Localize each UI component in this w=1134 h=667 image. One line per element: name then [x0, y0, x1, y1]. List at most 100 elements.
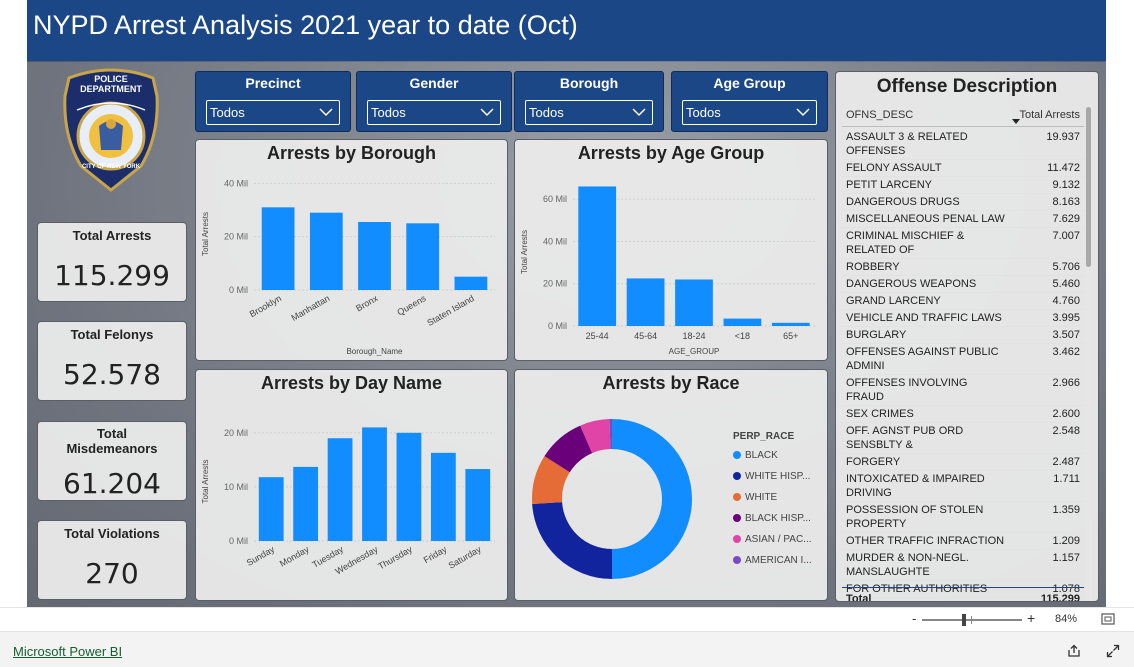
legend-item[interactable]: AMERICAN I...	[745, 555, 812, 566]
scrollbar-thumb[interactable]	[1086, 107, 1091, 267]
zoom-slider-thumb[interactable]	[962, 614, 966, 626]
bar[interactable]	[293, 466, 319, 541]
offense-name: FORGERY	[846, 456, 901, 468]
zoom-out-button[interactable]: -	[912, 611, 916, 626]
table-row[interactable]: ASSAULT 3 & RELATED OFFENSES 19.937	[842, 129, 1084, 160]
y-axis-title: Total Arrests	[201, 459, 210, 503]
table-row[interactable]: BURGLARY 3.507	[842, 327, 1084, 344]
table-row[interactable]: ROBBERY 5.706	[842, 259, 1084, 276]
donut-slice[interactable]	[532, 502, 612, 579]
table-row[interactable]: SEX CRIMES 2.600	[842, 406, 1084, 423]
table-row[interactable]: FELONY ASSAULT 11.472	[842, 160, 1084, 177]
fit-to-page-icon[interactable]	[1101, 613, 1115, 625]
bar[interactable]	[578, 186, 617, 326]
y-axis-title: Total Arrests	[520, 230, 529, 274]
bar[interactable]	[358, 222, 391, 290]
powerbi-link[interactable]: Microsoft Power BI	[13, 644, 122, 659]
legend-item[interactable]: BLACK HISP...	[745, 513, 811, 524]
chart-arrests-by-day-name: Arrests by Day Name 0 Mil 10 Mil 20 Mil Tot…	[195, 369, 508, 601]
zoom-slider[interactable]	[922, 614, 1022, 626]
x-axis-title: Borough_Name	[346, 347, 403, 356]
donut-slice[interactable]	[612, 419, 692, 579]
x-axis-title: AGE_GROUP	[669, 347, 720, 356]
offense-count: 3.995	[1052, 312, 1080, 324]
legend-item[interactable]: ASIAN / PAC...	[745, 534, 812, 545]
x-tick-label: Bronx	[354, 293, 380, 314]
table-row[interactable]: VEHICLE AND TRAFFIC LAWS 3.995	[842, 310, 1084, 327]
column-header-offense[interactable]: OFNS_DESC	[846, 109, 913, 121]
bar[interactable]	[771, 322, 810, 326]
x-tick-label: Friday	[422, 544, 449, 565]
table-row[interactable]: FORGERY 2.487	[842, 454, 1084, 471]
table-scrollbar[interactable]	[1085, 105, 1092, 601]
offense-count: 4.760	[1052, 295, 1080, 307]
table-row[interactable]: DANGEROUS WEAPONS 5.460	[842, 276, 1084, 293]
table-row[interactable]: OFF. AGNST PUB ORD SENSBLTY & 2.548	[842, 423, 1084, 454]
bar[interactable]	[362, 427, 387, 541]
column-header-total-arrests[interactable]: Total Arrests	[1019, 109, 1080, 121]
table-row[interactable]: MISCELLANEOUS PENAL LAW 7.629	[842, 211, 1084, 228]
legend-marker	[733, 535, 741, 543]
table-row[interactable]: GRAND LARCENY 4.760	[842, 293, 1084, 310]
bar[interactable]	[327, 438, 353, 541]
legend-item[interactable]: WHITE	[745, 492, 778, 503]
footer-bar: Microsoft Power BI	[0, 631, 1134, 667]
x-tick-label: 45-64	[634, 331, 657, 341]
bar[interactable]	[626, 278, 665, 326]
precinct-dropdown-value: Todos	[210, 105, 245, 120]
bar[interactable]	[406, 223, 440, 290]
borough-dropdown[interactable]: Todos	[525, 100, 653, 125]
y-tick-label: 20 Mil	[224, 232, 248, 242]
borough-dropdown-value: Todos	[529, 105, 564, 120]
bar[interactable]	[723, 318, 762, 326]
bar[interactable]	[396, 432, 422, 541]
legend-item[interactable]: BLACK	[745, 450, 778, 461]
bar[interactable]	[675, 279, 713, 326]
table-row[interactable]: INTOXICATED & IMPAIRED DRIVING 1.711	[842, 471, 1084, 502]
y-tick-label: 20 Mil	[224, 428, 248, 438]
offense-count: 7.629	[1052, 213, 1080, 225]
gender-dropdown[interactable]: Todos	[367, 100, 501, 125]
legend-item[interactable]: WHITE HISP...	[745, 471, 810, 482]
chart-arrests-by-race: Arrests by Race PERP_RACE BLACK WHITE HISP…	[514, 369, 828, 601]
kpi-card-total-arrests: Total Arrests 115.299	[37, 222, 187, 302]
bar[interactable]	[261, 207, 295, 290]
precinct-dropdown[interactable]: Todos	[206, 100, 340, 125]
slicer-precinct: Precinct Todos	[195, 71, 351, 132]
bar[interactable]	[430, 452, 456, 541]
y-tick-label: 0 Mil	[548, 321, 567, 331]
table-row[interactable]: MURDER & NON-NEGL. MANSLAUGHTE 1.157	[842, 550, 1084, 581]
bar[interactable]	[454, 276, 488, 290]
age-group-dropdown[interactable]: Todos	[682, 100, 817, 125]
bar[interactable]	[465, 469, 491, 541]
slicer-age-group: Age Group Todos	[671, 71, 828, 132]
bar[interactable]	[258, 477, 284, 541]
table-row[interactable]: OFFENSES INVOLVING FRAUD 2.966	[842, 375, 1084, 406]
chart-svg: 0 Mil 20 Mil 40 Mil Total Arrests Brooklyn Ma…	[201, 178, 495, 356]
table-row[interactable]: DANGEROUS DRUGS 8.163	[842, 194, 1084, 211]
offense-count: 5.460	[1052, 278, 1080, 290]
offense-count: 2.487	[1052, 456, 1080, 468]
legend-marker	[733, 451, 741, 459]
legend-marker	[733, 556, 741, 564]
y-tick-label: 20 Mil	[543, 279, 567, 289]
offense-name: MURDER & NON-NEGL. MANSLAUGHTE	[846, 552, 969, 578]
share-icon[interactable]	[1067, 644, 1081, 658]
table-row[interactable]: OTHER TRAFFIC INFRACTION 1.209	[842, 533, 1084, 550]
report-canvas: NYPD Arrest Analysis 2021 year to date (…	[27, 0, 1106, 607]
kpi-label: Total Arrests	[72, 228, 152, 243]
zoom-in-button[interactable]: +	[1027, 610, 1035, 626]
x-tick-label: Queens	[395, 293, 428, 318]
bar[interactable]	[309, 212, 343, 290]
offense-count: 3.462	[1052, 346, 1080, 358]
table-row[interactable]: OFFENSES AGAINST PUBLIC ADMINI 3.462	[842, 344, 1084, 375]
table-row[interactable]: CRIMINAL MISCHIEF & RELATED OF 7.007	[842, 228, 1084, 259]
offense-description-table: Offense Description OFNS_DESC Total Arre…	[835, 71, 1099, 602]
table-row[interactable]: PETIT LARCENY 9.132	[842, 177, 1084, 194]
offense-name: CRIMINAL MISCHIEF & RELATED OF	[846, 230, 965, 256]
kpi-value: 270	[85, 557, 139, 590]
fullscreen-icon[interactable]	[1106, 644, 1120, 658]
offense-name: BURGLARY	[846, 329, 907, 341]
table-row[interactable]: POSSESSION OF STOLEN PROPERTY 1.359	[842, 502, 1084, 533]
legend-marker	[733, 472, 741, 480]
